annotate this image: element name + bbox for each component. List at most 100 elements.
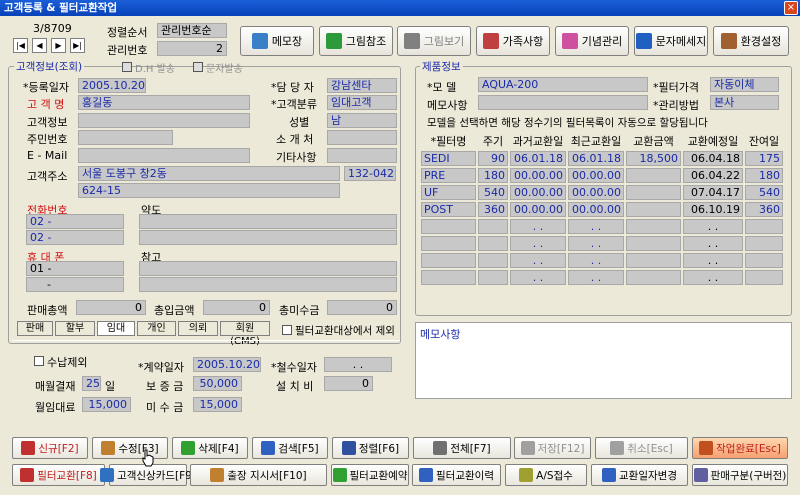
mgmt-no-field[interactable]: 2 [157,41,227,56]
toolbar-button-6[interactable]: 환경설정 [713,26,789,56]
filter-cell[interactable]: 00.00.00 [510,202,566,217]
filter-cell[interactable] [626,236,681,251]
filter-reservation-button[interactable]: 필터교환예약 [331,464,409,486]
last-record-button[interactable]: ▶| [70,38,85,53]
filter-cell[interactable] [478,270,508,285]
mobile-field-1[interactable]: 01 - [26,261,124,276]
filter-cell[interactable] [745,236,783,251]
filter-history-button[interactable]: 필터교환이력 [412,464,501,486]
filter-cell[interactable] [745,270,783,285]
filter-cell[interactable]: 00.00.00 [568,185,624,200]
next-record-button[interactable]: ▶ [51,38,66,53]
edit-button[interactable]: 수정[F3] [92,437,168,459]
customer-card-button[interactable]: 고객신상카드[F9] [100,464,196,486]
tab-2[interactable]: 임대 [97,321,135,336]
filter-cell[interactable] [421,270,476,285]
address-line1[interactable]: 서울 도봉구 창2동 [78,166,340,181]
filter-cell[interactable] [626,168,681,183]
prev-record-button[interactable]: ◀ [32,38,47,53]
reg-date-field[interactable]: 2005.10.20 [78,78,146,93]
filter-cell[interactable]: PRE [421,168,476,183]
sort-order-select[interactable]: 관리번호순 [157,23,227,38]
search-button[interactable]: 검색[F5] [252,437,328,459]
filter-cell[interactable]: 540 [745,185,783,200]
gender-field[interactable]: 남 [327,113,397,128]
filter-cell[interactable]: 360 [478,202,508,217]
filter-cell[interactable]: . . [683,219,743,234]
product-memo-field[interactable] [478,95,648,110]
contract-unpaid-field[interactable]: 15,000 [193,397,242,412]
tab-0[interactable]: 판매 [17,321,53,336]
filter-cell[interactable]: . . [510,270,566,285]
filter-row[interactable]: POST 360 00.00.00 00.00.00 06.10.19 360 [421,202,783,217]
zip-field[interactable]: 132-042 [344,166,396,181]
ssn-field[interactable] [78,130,173,145]
memo-area[interactable]: 메모사항 [415,322,792,399]
filter-cell[interactable]: 00.00.00 [568,202,624,217]
filter-cell[interactable] [626,270,681,285]
toolbar-button-2[interactable]: 그림보기 [397,26,471,56]
tab-4[interactable]: 의뢰 [178,321,218,336]
mobile-field-2[interactable]: - [26,277,124,292]
filter-cell[interactable]: 180 [478,168,508,183]
sms-checkbox[interactable] [193,62,203,72]
filter-cell[interactable]: . . [683,270,743,285]
toolbar-button-3[interactable]: 가족사항 [476,26,550,56]
filter-cell[interactable] [626,185,681,200]
filter-cell[interactable] [421,253,476,268]
sort-button[interactable]: 정렬[F6] [332,437,409,459]
filter-cell[interactable]: 00.00.00 [510,168,566,183]
filter-cell[interactable] [421,219,476,234]
filter-row[interactable]: . .. .. . [421,219,783,234]
note-field-1[interactable] [139,261,397,276]
filter-row[interactable]: . .. .. . [421,270,783,285]
all-button[interactable]: 전체[F7] [413,437,511,459]
filter-cell[interactable]: 90 [478,151,508,166]
sales-type-button[interactable]: 판매구분(구버전) [692,464,788,486]
filter-cell[interactable] [478,236,508,251]
filter-cell[interactable]: . . [568,270,624,285]
toolbar-button-4[interactable]: 기념관리 [555,26,629,56]
tab-1[interactable]: 할부 [55,321,95,336]
filter-cell[interactable]: 180 [745,168,783,183]
filter-row[interactable]: UF 540 00.00.00 00.00.00 07.04.17 540 [421,185,783,200]
filter-exchange-button[interactable]: 필터교환[F8] [12,464,105,486]
settle-day-field[interactable]: 25 [82,376,101,391]
filter-cell[interactable]: 06.01.18 [510,151,566,166]
cancel-button[interactable]: 취소[Esc] [595,437,688,459]
class-field[interactable]: 임대고객 [327,95,397,110]
delete-button[interactable]: 삭제[F4] [172,437,248,459]
map-field-2[interactable] [139,230,397,245]
filter-row[interactable]: . .. .. . [421,236,783,251]
filter-cell[interactable] [478,219,508,234]
withdraw-field[interactable]: . . [324,357,392,372]
new-button[interactable]: 신규[F2] [12,437,88,459]
install-fee-field[interactable]: 0 [324,376,373,391]
etc-field[interactable] [327,148,397,163]
as-receipt-button[interactable]: A/S접수 [505,464,587,486]
cust-info-field[interactable] [78,113,250,128]
tab-3[interactable]: 개인 [137,321,176,336]
filter-row[interactable]: SEDI 90 06.01.18 06.01.18 18,500 06.04.18 175 [421,151,783,166]
filter-row[interactable]: PRE 180 00.00.00 00.00.00 06.04.22 180 [421,168,783,183]
change-date-button[interactable]: 교환일자변경 [591,464,688,486]
save-button[interactable]: 저장[F12] [514,437,591,459]
filter-cell[interactable]: POST [421,202,476,217]
deposit-field[interactable]: 50,000 [193,376,242,391]
dh-checkbox[interactable] [122,62,132,72]
filter-cell[interactable]: 00.00.00 [510,185,566,200]
filter-cell[interactable]: . . [568,253,624,268]
filter-cell[interactable] [626,202,681,217]
toolbar-button-0[interactable]: 메모장 [240,26,314,56]
filter-cell[interactable] [745,219,783,234]
filter-cell[interactable]: 06.04.18 [683,151,743,166]
first-record-button[interactable]: |◀ [13,38,28,53]
filter-cell[interactable]: 18,500 [626,151,681,166]
map-field-1[interactable] [139,214,397,229]
address-line2[interactable]: 624-15 [78,183,340,198]
done-button[interactable]: 작업완료[Esc] [692,437,788,459]
filter-cell[interactable]: 07.04.17 [683,185,743,200]
filter-cell[interactable]: 540 [478,185,508,200]
filter-cell[interactable]: . . [510,236,566,251]
filter-row[interactable]: . .. .. . [421,253,783,268]
